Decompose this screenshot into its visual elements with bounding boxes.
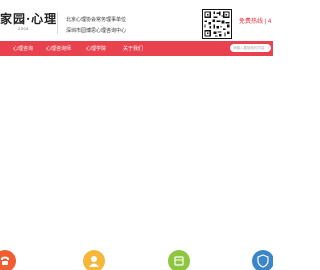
header: 家园·心理 2004 北京心理协会常务理事单位 深圳市园博思心理咨询中心 免费热… <box>0 0 273 40</box>
search-input[interactable] <box>230 44 271 52</box>
nav-item-about[interactable]: 关于我们 <box>123 45 143 52</box>
free-hotline[interactable]: 免费热线 | 4 <box>239 16 271 25</box>
nav-item-counselor[interactable]: 心理咨询师 <box>46 45 71 52</box>
logo-subtitle: 2004 <box>18 26 29 31</box>
shield-icon[interactable] <box>252 250 273 270</box>
calendar-icon[interactable] <box>168 250 190 270</box>
org-line-1: 北京心理协会常务理事单位 <box>66 17 127 23</box>
site-logo[interactable]: 家园·心理 <box>0 10 57 27</box>
nav-item-academy[interactable]: 心理学院 <box>86 45 106 52</box>
qr-code-icon <box>202 9 232 39</box>
header-divider <box>57 12 58 34</box>
page: 家园·心理 2004 北京心理协会常务理事单位 深圳市园博思心理咨询中心 免费热… <box>0 0 273 270</box>
user-icon[interactable] <box>83 250 105 270</box>
phone-icon[interactable] <box>0 250 16 270</box>
nav-item-counseling[interactable]: 心理咨询 <box>13 45 33 52</box>
org-line-2: 深圳市园博思心理咨询中心 <box>66 28 127 34</box>
